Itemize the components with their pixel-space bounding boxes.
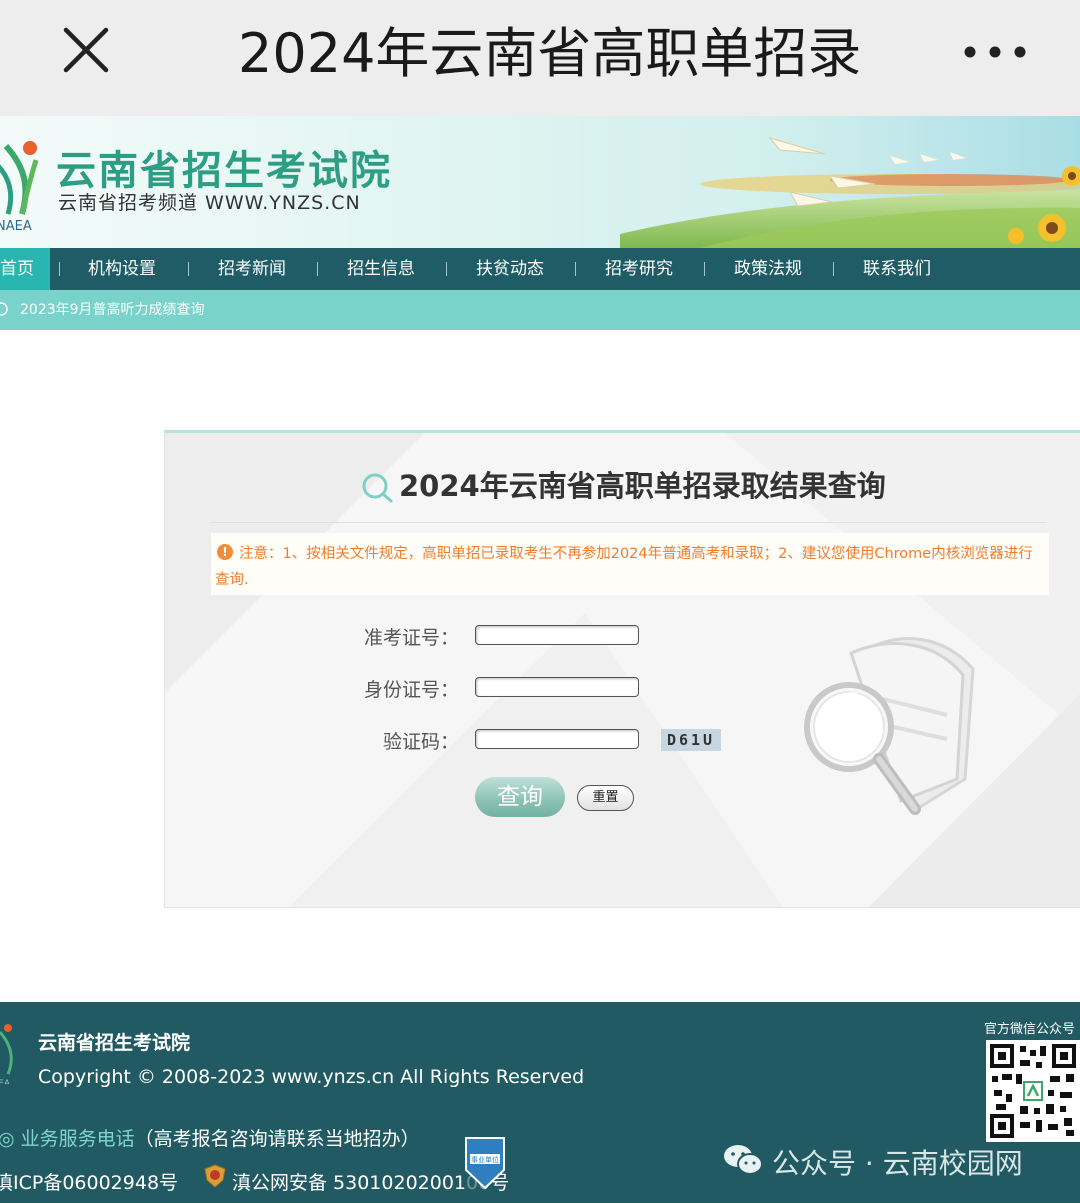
footer-logo-icon: AEA [0,1024,13,1084]
nav-separator [575,262,576,276]
magnifier-folder-illustration [804,637,975,815]
reset-button[interactable]: 重置 [577,785,634,811]
captcha-input[interactable] [475,729,639,749]
id-number-input[interactable] [475,677,639,697]
qr-code-icon [990,1044,1076,1138]
icp-record[interactable]: 滇ICP备06002948号 [0,1168,178,1195]
nav-item-poverty-relief[interactable]: 扶贫动态 [476,248,544,290]
nav-item-policy[interactable]: 政策法规 [734,248,802,290]
nav-separator [59,262,60,276]
site-header-banner: NAEA 云南省招生考试院 云南省招考频道 WWW.YNZS.CN [0,116,1080,248]
nav-item-research[interactable]: 招考研究 [605,248,673,290]
notice-box: ! 注意：1、按相关文件规定，高职单招已录取考生不再参加2024年普通高考和录取… [211,533,1049,595]
nav-separator [446,262,447,276]
wechat-source-watermark: 公众号 · 云南校园网 [772,1147,1023,1180]
wechat-icon [724,1145,763,1175]
svg-text:AEA: AEA [0,1079,11,1084]
nav-separator [317,262,318,276]
phone-icon: ◎ [0,1128,21,1150]
query-button[interactable]: 查询 [475,777,565,817]
qr-code-label: 官方微信公众号 [984,1022,1076,1037]
footer-copyright: Copyright © 2008-2023 www.ynzs.cn All Ri… [38,1066,585,1088]
wechat-qr-code[interactable] [986,1040,1080,1142]
site-subtitle: 云南省招考频道 WWW.YNZS.CN [58,192,361,214]
title-divider [211,522,1047,523]
svg-text:NAEA: NAEA [0,219,32,234]
badge-label: 事业单位 [471,1155,499,1164]
id-number-label: 身份证号： [363,679,459,701]
nav-item-news[interactable]: 招考新闻 [218,248,286,290]
main-navigation: 首页 机构设置 招考新闻 招生信息 扶贫动态 招考研究 政策法规 联系我们 [0,248,1080,290]
page-title: 2024年云南省高职单招录 [238,22,862,85]
captcha-image[interactable]: D61U [661,729,721,751]
browser-top-bar: 2024年云南省高职单招录 [0,0,1080,116]
exam-number-label: 准考证号： [363,627,459,649]
service-phone-link[interactable]: 业务服务电话 [21,1128,135,1150]
nav-item-organization[interactable]: 机构设置 [88,248,156,290]
speaker-icon [0,302,8,316]
footer-org-name: 云南省招生考试院 [38,1032,191,1054]
news-ticker: 2023年9月普高听力成绩查询 [0,290,1080,330]
nav-separator [833,262,834,276]
exam-number-input[interactable] [475,625,639,645]
search-icon [362,473,393,503]
nav-item-admissions[interactable]: 招生信息 [347,248,415,290]
nav-item-contact[interactable]: 联系我们 [863,248,931,290]
nav-separator [704,262,705,276]
captcha-label: 验证码： [382,731,459,753]
more-icon[interactable] [964,44,1026,60]
public-institution-badge-icon[interactable]: 事业单位 [462,1136,508,1190]
ticker-link[interactable]: 2023年9月普高听力成绩查询 [20,290,205,330]
sunflower-field-illustration [620,116,1080,248]
site-logo-icon[interactable]: NAEA [0,126,48,236]
nav-item-home[interactable]: 首页 [0,248,50,290]
site-footer: AEA 云南省招生考试院 Copyright © 2008-2023 www.y… [0,1002,1080,1203]
notice-text: 注意：1、按相关文件规定，高职单招已录取考生不再参加2024年普通高考和录取；2… [215,546,1033,588]
close-icon[interactable] [58,24,114,80]
police-badge-icon [204,1164,226,1188]
footer-service-phone: ◎ 业务服务电话（高考报名咨询请联系当地招办） [0,1124,420,1151]
query-title: 2024年云南省高职单招录取结果查询 [399,469,886,503]
nav-separator [188,262,189,276]
query-panel: 2024年云南省高职单招录取结果查询 ! 注意：1、按相关文件规定，高职单招已录… [164,430,1080,908]
service-phone-note: （高考报名咨询请联系当地招办） [134,1128,420,1150]
